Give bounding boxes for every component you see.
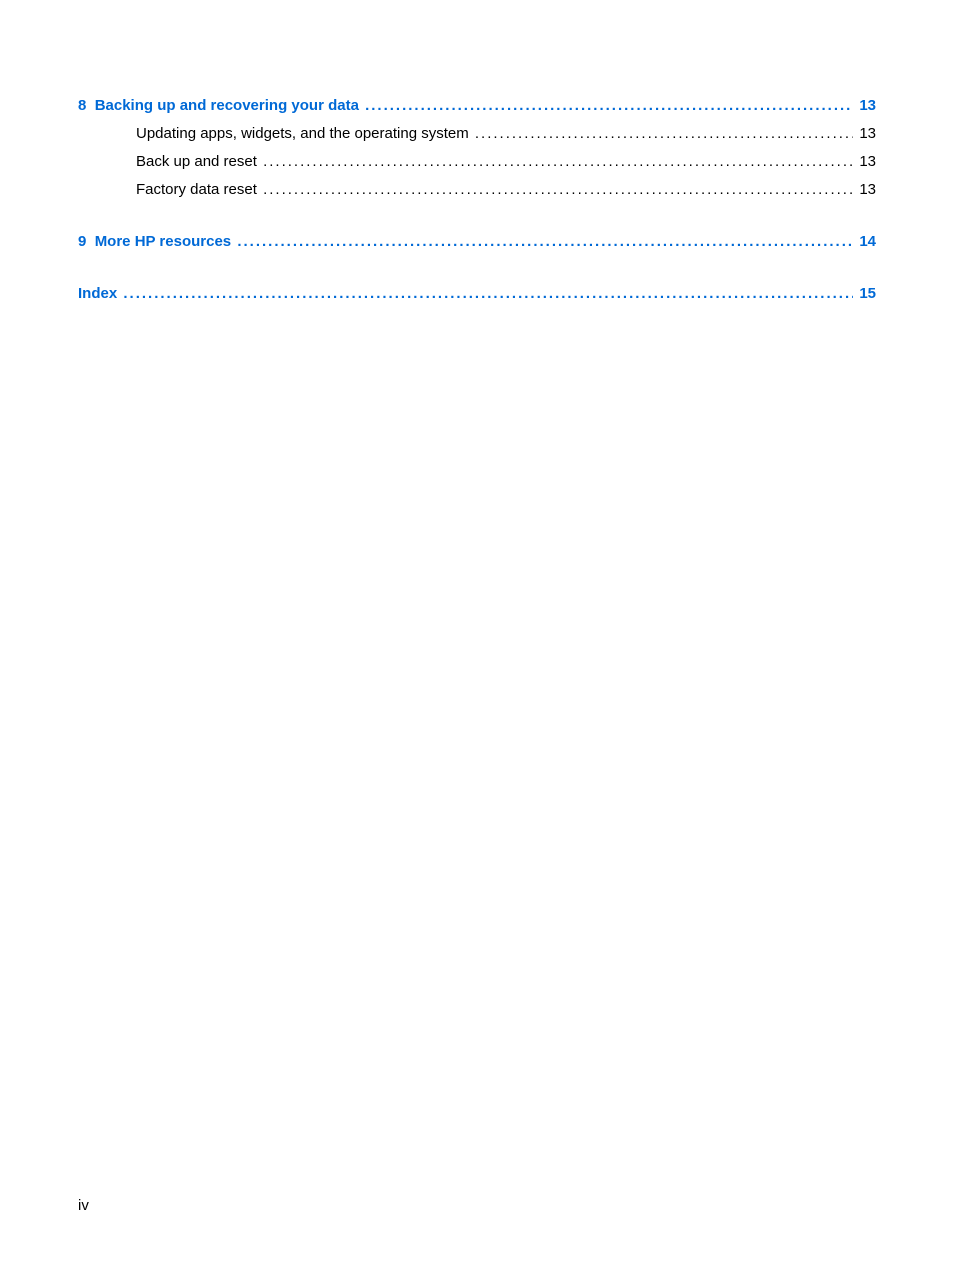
spacer: [469, 120, 473, 148]
leader-dots: [237, 228, 853, 256]
page-label: iv: [78, 1197, 89, 1214]
leader-dots: [263, 176, 853, 204]
toc-sub-item[interactable]: Back up and reset 13: [136, 148, 876, 176]
chapter-title: More HP resources: [95, 233, 231, 250]
toc-index[interactable]: Index 15: [78, 280, 876, 308]
page-number: 13: [859, 97, 876, 114]
chapter-title: Backing up and recovering your data: [95, 97, 359, 114]
spacer: [257, 176, 261, 204]
page-number: 15: [859, 285, 876, 302]
page-number: 13: [859, 153, 876, 170]
leader-dots: [123, 280, 853, 308]
spacer: [257, 148, 261, 176]
sub-title: Back up and reset: [136, 148, 257, 176]
toc-chapter-label: 9 More HP resources: [78, 228, 235, 256]
page-number: 14: [859, 233, 876, 250]
sub-page: 13: [855, 148, 876, 176]
index-page: 15: [855, 280, 876, 308]
leader-dots: [263, 148, 853, 176]
leader-dots: [475, 120, 853, 148]
leader-dots: [365, 92, 853, 120]
chapter-number: 8: [78, 97, 86, 114]
index-title: Index: [78, 280, 117, 308]
sub-page: 13: [855, 120, 876, 148]
sub-title: Updating apps, widgets, and the operatin…: [136, 120, 469, 148]
document-page: 8 Backing up and recovering your data 13…: [0, 0, 954, 1270]
spacer: [117, 280, 121, 308]
page-footer: iv: [78, 1197, 89, 1214]
toc-chapter-8[interactable]: 8 Backing up and recovering your data 13: [78, 92, 876, 120]
toc-sub-item[interactable]: Updating apps, widgets, and the operatin…: [136, 120, 876, 148]
sub-page: 13: [855, 176, 876, 204]
toc-chapter-9[interactable]: 9 More HP resources 14: [78, 228, 876, 256]
chapter-page: 13: [855, 92, 876, 120]
toc-chapter-label: 8 Backing up and recovering your data: [78, 92, 363, 120]
page-number: 13: [859, 181, 876, 198]
page-number: 13: [859, 125, 876, 142]
chapter-page: 14: [855, 228, 876, 256]
chapter-number: 9: [78, 233, 86, 250]
toc-sub-item[interactable]: Factory data reset 13: [136, 176, 876, 204]
sub-title: Factory data reset: [136, 176, 257, 204]
